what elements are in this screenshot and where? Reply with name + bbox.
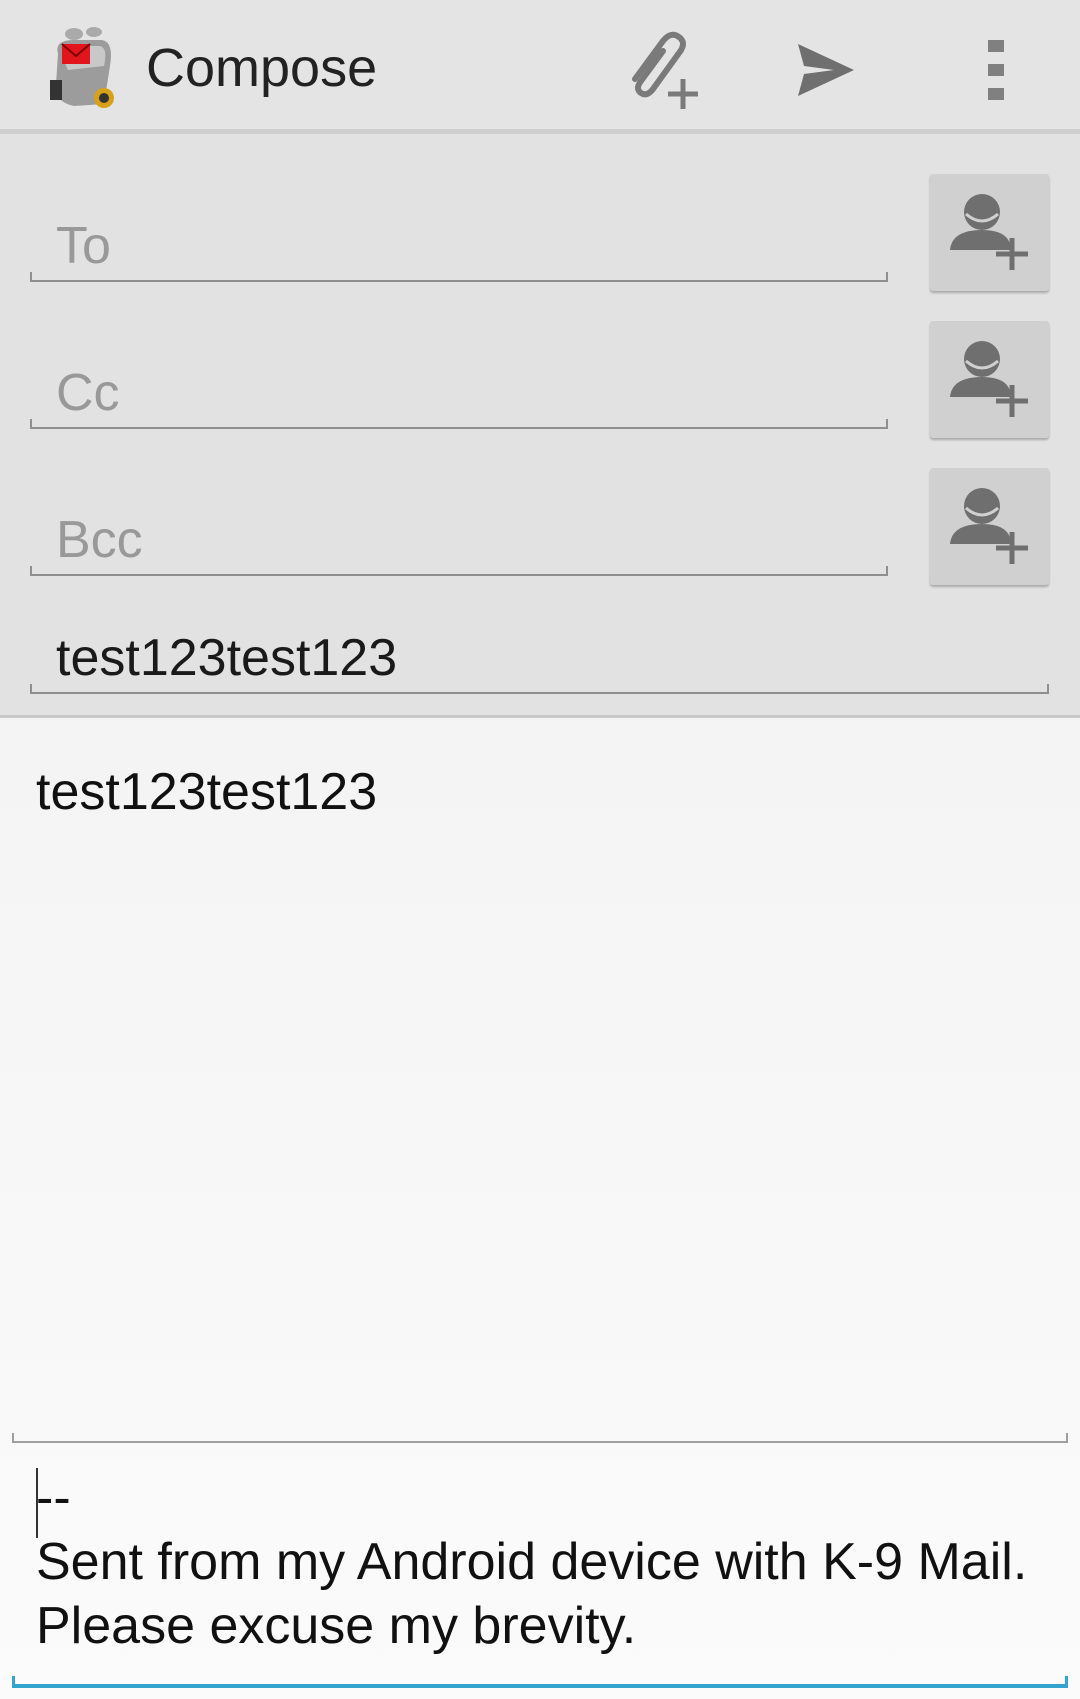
signature-underline-focused <box>12 1676 1068 1688</box>
to-underline <box>30 272 888 282</box>
send-icon <box>794 38 858 102</box>
action-bar: Compose <box>0 0 1080 134</box>
recipient-header: To Cc Bcc test123test123 <box>0 134 1080 718</box>
overflow-menu-icon <box>986 38 1006 102</box>
overflow-menu-button[interactable] <box>948 22 1044 118</box>
text-cursor <box>36 1468 38 1538</box>
signature-separator: -- <box>36 1469 71 1527</box>
k9-app-icon[interactable] <box>44 26 124 110</box>
add-bcc-contact-button[interactable] <box>930 468 1049 585</box>
bcc-field[interactable]: Bcc <box>30 510 888 576</box>
subject-field[interactable]: test123test123 <box>30 628 1049 694</box>
add-to-contact-button[interactable] <box>930 174 1049 291</box>
signature-text: Sent from my Android device with K-9 Mai… <box>36 1533 1028 1655</box>
add-contact-icon <box>948 188 1032 277</box>
message-body-input[interactable]: test123test123 <box>36 760 377 824</box>
subject-underline <box>30 684 1049 694</box>
cc-field[interactable]: Cc <box>30 363 888 429</box>
send-button[interactable] <box>778 22 874 118</box>
subject-value: test123test123 <box>56 629 398 687</box>
message-underline <box>12 1433 1068 1443</box>
bcc-underline <box>30 566 888 576</box>
to-field[interactable]: To <box>30 216 888 282</box>
bcc-placeholder: Bcc <box>56 511 143 569</box>
add-contact-icon <box>948 482 1032 571</box>
signature-input[interactable]: -- Sent from my Android device with K-9 … <box>36 1466 1046 1658</box>
attach-button[interactable] <box>612 22 708 118</box>
add-cc-contact-button[interactable] <box>930 321 1049 438</box>
signature-separator-row: -- <box>36 1466 1046 1538</box>
to-placeholder: To <box>56 217 111 275</box>
message-body-area: test123test123 -- Sent from my Android d… <box>0 718 1080 1699</box>
cc-placeholder: Cc <box>56 364 120 422</box>
add-contact-icon <box>948 335 1032 424</box>
attach-icon <box>617 27 703 113</box>
cc-underline <box>30 419 888 429</box>
page-title: Compose <box>146 38 378 98</box>
